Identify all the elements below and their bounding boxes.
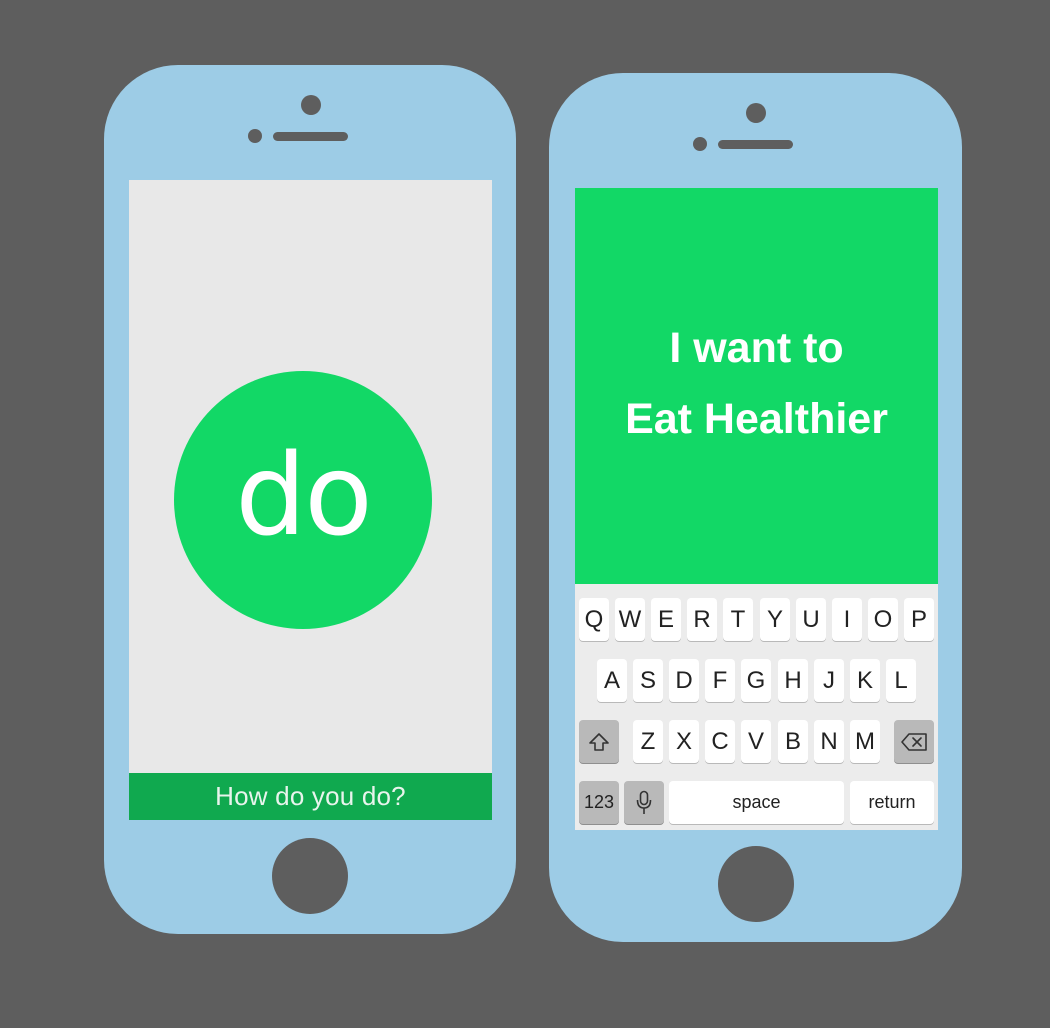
- key-t[interactable]: T: [723, 598, 753, 641]
- key-n[interactable]: N: [814, 720, 844, 763]
- right-phone: I want to Eat Healthier Q W E R T Y U I …: [549, 73, 962, 942]
- proximity-sensor: [693, 137, 707, 151]
- earpiece-speaker: [718, 140, 793, 149]
- goal-screen: I want to Eat Healthier Q W E R T Y U I …: [575, 188, 938, 830]
- goal-prompt: I want to: [669, 324, 844, 372]
- proximity-sensor: [248, 129, 262, 143]
- key-f[interactable]: F: [705, 659, 735, 702]
- key-l[interactable]: L: [886, 659, 916, 702]
- goal-input-panel[interactable]: I want to Eat Healthier: [575, 188, 938, 584]
- key-p[interactable]: P: [904, 598, 934, 641]
- key-y[interactable]: Y: [760, 598, 790, 641]
- key-b[interactable]: B: [778, 720, 808, 763]
- key-o[interactable]: O: [868, 598, 898, 641]
- front-camera: [301, 95, 321, 115]
- front-camera: [746, 103, 766, 123]
- app-logo-text: do: [235, 431, 373, 561]
- tagline-bar: How do you do?: [129, 773, 492, 820]
- key-c[interactable]: C: [705, 720, 735, 763]
- key-w[interactable]: W: [615, 598, 645, 641]
- shift-key[interactable]: [579, 720, 619, 763]
- home-button[interactable]: [272, 838, 348, 914]
- backspace-icon: [901, 732, 927, 751]
- key-s[interactable]: S: [633, 659, 663, 702]
- on-screen-keyboard: Q W E R T Y U I O P A S D F G H J K L Z …: [575, 584, 938, 830]
- tagline-text: How do you do?: [215, 781, 406, 811]
- key-u[interactable]: U: [796, 598, 826, 641]
- goal-text: Eat Healthier: [625, 395, 888, 443]
- key-k[interactable]: K: [850, 659, 880, 702]
- key-e[interactable]: E: [651, 598, 681, 641]
- key-r[interactable]: R: [687, 598, 717, 641]
- key-a[interactable]: A: [597, 659, 627, 702]
- key-d[interactable]: D: [669, 659, 699, 702]
- key-h[interactable]: H: [778, 659, 808, 702]
- shift-arrow-icon: [589, 732, 609, 751]
- key-z[interactable]: Z: [633, 720, 663, 763]
- app-logo: do: [174, 371, 432, 629]
- microphone-icon: [636, 790, 652, 814]
- key-j[interactable]: J: [814, 659, 844, 702]
- return-key[interactable]: return: [850, 781, 934, 824]
- delete-key[interactable]: [894, 720, 934, 763]
- splash-screen: do How do you do?: [129, 180, 492, 820]
- key-x[interactable]: X: [669, 720, 699, 763]
- home-button[interactable]: [718, 846, 794, 922]
- dictation-key[interactable]: [624, 781, 664, 824]
- space-key[interactable]: space: [669, 781, 844, 824]
- left-phone: do How do you do?: [104, 65, 516, 934]
- key-v[interactable]: V: [741, 720, 771, 763]
- numbers-key[interactable]: 123: [579, 781, 619, 824]
- key-q[interactable]: Q: [579, 598, 609, 641]
- earpiece-speaker: [273, 132, 348, 141]
- canvas: do How do you do? I want to Eat Healthie…: [0, 0, 1050, 1028]
- key-i[interactable]: I: [832, 598, 862, 641]
- key-m[interactable]: M: [850, 720, 880, 763]
- key-g[interactable]: G: [741, 659, 771, 702]
